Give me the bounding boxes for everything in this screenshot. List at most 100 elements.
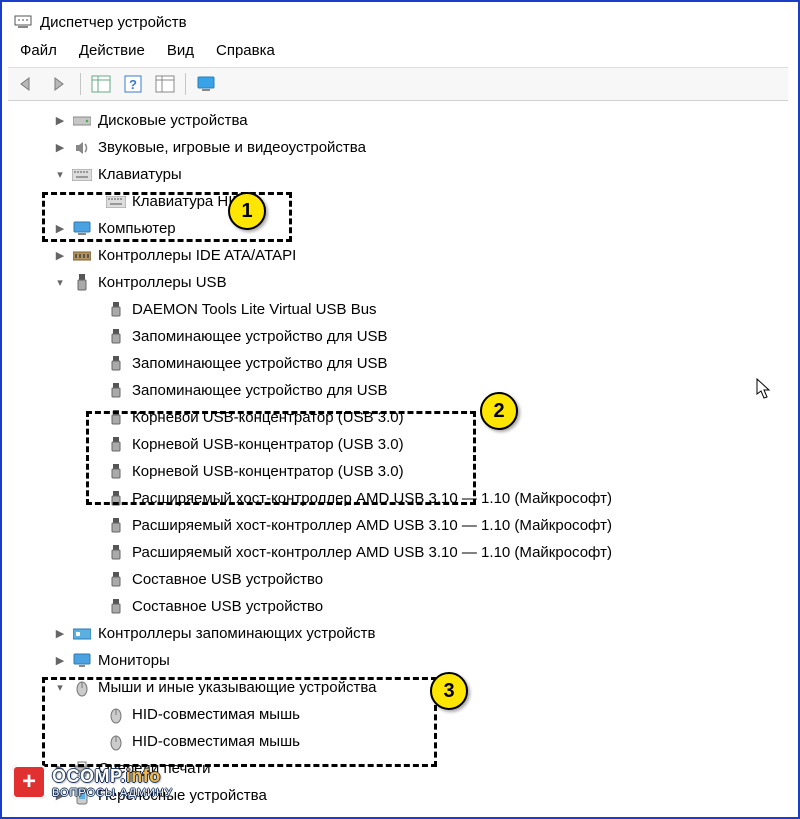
tree-label: Составное USB устройство bbox=[132, 594, 323, 620]
tree-item-mouse[interactable]: HID-совместимая мышь bbox=[8, 701, 788, 728]
scan-hardware-icon[interactable] bbox=[194, 72, 218, 96]
tree-item-usb[interactable]: Запоминающее устройство для USB bbox=[8, 377, 788, 404]
collapse-icon[interactable]: ▾ bbox=[52, 162, 68, 188]
forward-icon[interactable] bbox=[48, 72, 72, 96]
tree-label: DAEMON Tools Lite Virtual USB Bus bbox=[132, 297, 377, 323]
tree-label: Корневой USB-концентратор (USB 3.0) bbox=[132, 405, 404, 431]
keyboard-icon bbox=[72, 165, 92, 185]
tree-item-usb[interactable]: Корневой USB-концентратор (USB 3.0) bbox=[8, 404, 788, 431]
tree-item-keyboard-hid[interactable]: Клавиатура HID bbox=[8, 188, 788, 215]
keyboard-icon bbox=[106, 192, 126, 212]
expand-icon[interactable]: ▶ bbox=[52, 783, 68, 809]
tree-item-usb[interactable]: Корневой USB-концентратор (USB 3.0) bbox=[8, 431, 788, 458]
mouse-icon bbox=[106, 705, 126, 725]
toolbar-separator bbox=[185, 73, 186, 95]
expand-icon[interactable]: ▶ bbox=[52, 108, 68, 134]
tree-label: Контроллеры USB bbox=[98, 270, 227, 296]
menubar: Файл Действие Вид Справка bbox=[8, 36, 788, 67]
tree-item-usb-controllers[interactable]: ▾ Контроллеры USB bbox=[8, 269, 788, 296]
menu-action[interactable]: Действие bbox=[79, 42, 145, 59]
usb-icon bbox=[106, 381, 126, 401]
usb-icon bbox=[106, 354, 126, 374]
tree-label: HID-совместимая мышь bbox=[132, 729, 300, 755]
tree-item-disk-drives[interactable]: ▶ Дисковые устройства bbox=[8, 107, 788, 134]
speaker-icon bbox=[72, 138, 92, 158]
usb-icon bbox=[106, 543, 126, 563]
tree-item-usb[interactable]: DAEMON Tools Lite Virtual USB Bus bbox=[8, 296, 788, 323]
usb-icon bbox=[106, 300, 126, 320]
tree-item-computer[interactable]: ▶ Компьютер bbox=[8, 215, 788, 242]
mouse-icon bbox=[72, 678, 92, 698]
tree-label: Запоминающее устройство для USB bbox=[132, 378, 388, 404]
titlebar: Диспетчер устройств bbox=[8, 8, 788, 36]
ide-controller-icon bbox=[72, 246, 92, 266]
tree-item-usb[interactable]: Запоминающее устройство для USB bbox=[8, 350, 788, 377]
tree-item-portable[interactable]: ▶ Переносные устройства bbox=[8, 782, 788, 809]
menu-view[interactable]: Вид bbox=[167, 42, 194, 59]
device-tree[interactable]: ▶ Дисковые устройства ▶ Звуковые, игровы… bbox=[8, 101, 788, 809]
menu-help[interactable]: Справка bbox=[216, 42, 275, 59]
tree-label: Запоминающее устройство для USB bbox=[132, 351, 388, 377]
usb-icon bbox=[106, 327, 126, 347]
tree-item-usb[interactable]: Запоминающее устройство для USB bbox=[8, 323, 788, 350]
tree-item-monitors[interactable]: ▶ Мониторы bbox=[8, 647, 788, 674]
usb-icon bbox=[106, 408, 126, 428]
usb-icon bbox=[106, 570, 126, 590]
tree-item-keyboards[interactable]: ▾ Клавиатуры bbox=[8, 161, 788, 188]
storage-controller-icon bbox=[72, 624, 92, 644]
tree-item-mice[interactable]: ▾ Мыши и иные указывающие устройства bbox=[8, 674, 788, 701]
printer-icon bbox=[72, 759, 92, 779]
tree-label: Мониторы bbox=[98, 648, 170, 674]
collapse-icon[interactable]: ▾ bbox=[52, 270, 68, 296]
usb-icon bbox=[106, 516, 126, 536]
tree-item-usb[interactable]: Корневой USB-концентратор (USB 3.0) bbox=[8, 458, 788, 485]
expand-icon[interactable]: ▶ bbox=[52, 135, 68, 161]
tree-item-usb[interactable]: Расширяемый хост-контроллер AMD USB 3.10… bbox=[8, 539, 788, 566]
menu-file[interactable]: Файл bbox=[20, 42, 57, 59]
tree-item-usb[interactable]: Расширяемый хост-контроллер AMD USB 3.10… bbox=[8, 512, 788, 539]
help-icon[interactable]: ? bbox=[121, 72, 145, 96]
tree-item-ide[interactable]: ▶ Контроллеры IDE ATA/ATAPI bbox=[8, 242, 788, 269]
tree-label: Расширяемый хост-контроллер AMD USB 3.10… bbox=[132, 486, 612, 512]
tree-label: Расширяемый хост-контроллер AMD USB 3.10… bbox=[132, 513, 612, 539]
portable-device-icon bbox=[72, 786, 92, 806]
mouse-icon bbox=[106, 732, 126, 752]
tree-label: Контроллеры запоминающих устройств bbox=[98, 621, 375, 647]
device-manager-window: Диспетчер устройств Файл Действие Вид Сп… bbox=[8, 8, 788, 809]
disk-drive-icon bbox=[72, 111, 92, 131]
window-title: Диспетчер устройств bbox=[40, 14, 187, 31]
toolbar-separator bbox=[80, 73, 81, 95]
expand-icon[interactable]: ▶ bbox=[52, 648, 68, 674]
usb-icon bbox=[106, 597, 126, 617]
expand-icon[interactable]: ▶ bbox=[52, 756, 68, 782]
computer-icon bbox=[72, 219, 92, 239]
tree-item-audio[interactable]: ▶ Звуковые, игровые и видеоустройства bbox=[8, 134, 788, 161]
tree-label: Клавиатура HID bbox=[132, 189, 243, 215]
tree-item-usb[interactable]: Составное USB устройство bbox=[8, 566, 788, 593]
tree-item-print-queues[interactable]: ▶ Очереди печати bbox=[8, 755, 788, 782]
tree-item-mouse[interactable]: HID-совместимая мышь bbox=[8, 728, 788, 755]
tree-label: Мыши и иные указывающие устройства bbox=[98, 675, 376, 701]
tree-item-usb[interactable]: Расширяемый хост-контроллер AMD USB 3.10… bbox=[8, 485, 788, 512]
back-icon[interactable] bbox=[16, 72, 40, 96]
expand-icon[interactable]: ▶ bbox=[52, 621, 68, 647]
tree-label: Звуковые, игровые и видеоустройства bbox=[98, 135, 366, 161]
properties-icon[interactable] bbox=[153, 72, 177, 96]
tree-item-usb[interactable]: Составное USB устройство bbox=[8, 593, 788, 620]
collapse-icon[interactable]: ▾ bbox=[52, 675, 68, 701]
usb-icon bbox=[106, 489, 126, 509]
expand-icon[interactable]: ▶ bbox=[52, 216, 68, 242]
tree-label: Очереди печати bbox=[98, 756, 211, 782]
usb-icon bbox=[72, 273, 92, 293]
tree-label: Корневой USB-концентратор (USB 3.0) bbox=[132, 459, 404, 485]
tree-label: HID-совместимая мышь bbox=[132, 702, 300, 728]
tree-label: Клавиатуры bbox=[98, 162, 182, 188]
show-hide-tree-icon[interactable] bbox=[89, 72, 113, 96]
device-manager-icon bbox=[14, 13, 32, 31]
expand-icon[interactable]: ▶ bbox=[52, 243, 68, 269]
tree-item-storage-controllers[interactable]: ▶ Контроллеры запоминающих устройств bbox=[8, 620, 788, 647]
tree-label: Компьютер bbox=[98, 216, 176, 242]
monitor-icon bbox=[72, 651, 92, 671]
screenshot-frame: Диспетчер устройств Файл Действие Вид Сп… bbox=[0, 0, 800, 819]
tree-label: Дисковые устройства bbox=[98, 108, 248, 134]
